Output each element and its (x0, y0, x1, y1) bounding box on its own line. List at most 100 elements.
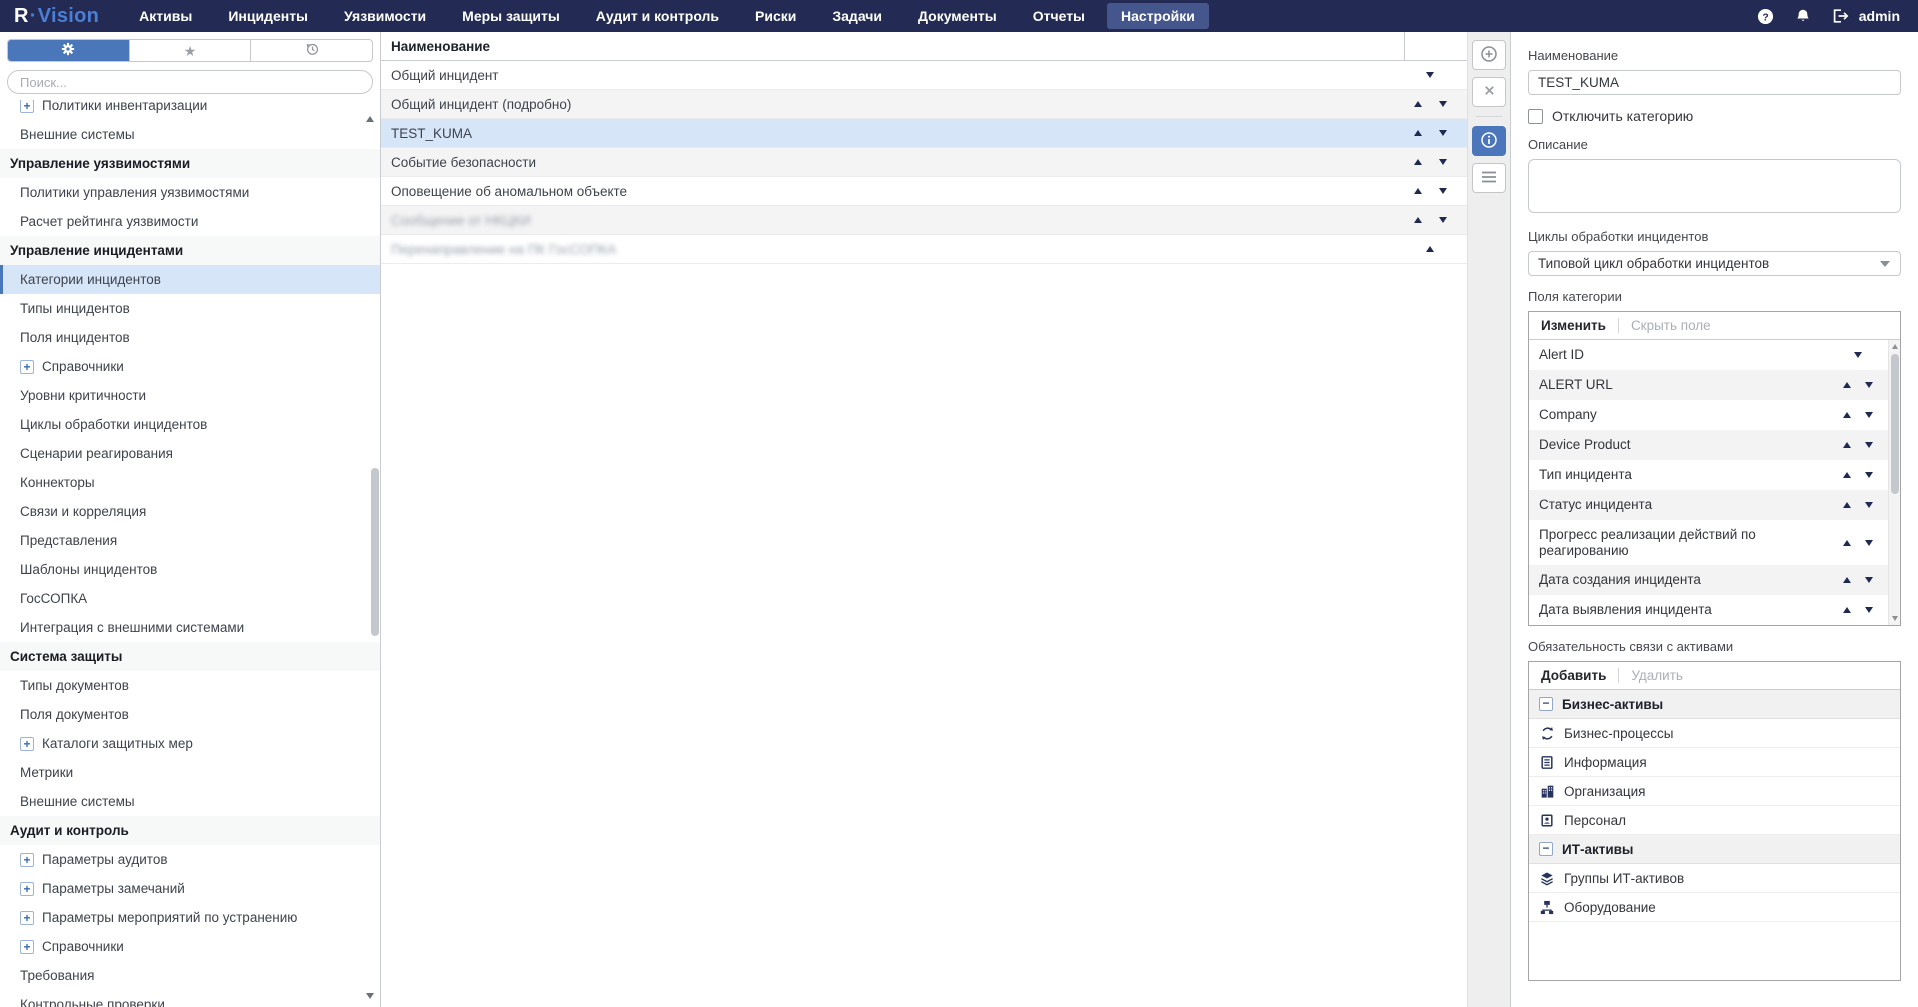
move-down-icon[interactable] (1439, 159, 1447, 165)
description-textarea[interactable] (1528, 159, 1901, 213)
sidebar-item[interactable]: + Поля инцидентов (0, 323, 380, 352)
move-up-icon[interactable] (1843, 442, 1851, 448)
category-field-row[interactable]: ALERT URL (1529, 370, 1888, 400)
move-up-icon[interactable] (1414, 188, 1422, 194)
move-down-icon[interactable] (1865, 472, 1873, 478)
category-field-row[interactable]: Статус инцидента (1529, 490, 1888, 520)
sidebar-item[interactable]: + Типы документов (0, 671, 380, 700)
user-name[interactable]: admin (1859, 8, 1900, 24)
sidebar-item[interactable]: + Требования (0, 961, 380, 990)
cycle-select[interactable]: Типовой цикл обработки инцидентов (1528, 251, 1901, 276)
menu-button[interactable] (1472, 163, 1506, 193)
category-row[interactable]: Перенаправление на ПК ГосСОПКА (381, 235, 1467, 264)
move-up-icon[interactable] (1414, 130, 1422, 136)
category-row[interactable]: Событие безопасности (381, 148, 1467, 177)
move-up-icon[interactable] (1414, 101, 1422, 107)
nav-item[interactable]: Аудит и контроль (582, 3, 733, 29)
sidebar-item[interactable]: + Параметры мероприятий по устранению (0, 903, 380, 932)
sidebar-item[interactable]: + Расчет рейтинга уязвимости (0, 207, 380, 236)
expand-plus-icon[interactable]: + (20, 940, 34, 954)
category-row[interactable]: Общий инцидент (подробно) (381, 90, 1467, 119)
expand-plus-icon[interactable]: + (20, 737, 34, 751)
nav-item[interactable]: Инциденты (214, 3, 322, 29)
move-down-icon[interactable] (1439, 188, 1447, 194)
category-field-row[interactable]: Company (1529, 400, 1888, 430)
sidebar-item[interactable]: + Поля документов (0, 700, 380, 729)
move-up-icon[interactable] (1843, 502, 1851, 508)
scroll-down-icon[interactable] (1892, 616, 1898, 621)
sidebar-item[interactable]: + Связи и корреляция (0, 497, 380, 526)
close-button[interactable] (1472, 77, 1506, 107)
category-field-row[interactable]: Device Product (1529, 430, 1888, 460)
sidebar-item[interactable]: + Справочники (0, 932, 380, 961)
asset-type-row[interactable]: − Группы ИТ-активов (1529, 864, 1900, 893)
asset-type-row[interactable]: − Информация (1529, 748, 1900, 777)
asset-type-row[interactable]: − Организация (1529, 777, 1900, 806)
move-down-icon[interactable] (1439, 217, 1447, 223)
sidebar-item[interactable]: + Категории инцидентов (0, 265, 380, 294)
sidebar-item[interactable]: + Справочники (0, 352, 380, 381)
move-up-icon[interactable] (1426, 246, 1434, 252)
sidebar-item[interactable]: + Метрики (0, 758, 380, 787)
category-row[interactable]: TEST_KUMA (381, 119, 1467, 148)
scroll-up-icon[interactable] (1892, 344, 1898, 349)
nav-item[interactable]: Задачи (818, 3, 896, 29)
move-up-icon[interactable] (1843, 412, 1851, 418)
tab-settings-tree[interactable] (8, 40, 129, 61)
sidebar-item[interactable]: + Типы инцидентов (0, 294, 380, 323)
expand-plus-icon[interactable]: + (20, 882, 34, 896)
category-row[interactable]: Сообщение от НКЦКИ (381, 206, 1467, 235)
move-up-icon[interactable] (1843, 607, 1851, 613)
nav-item[interactable]: Настройки (1107, 3, 1209, 29)
sidebar-item[interactable]: + Уровни критичности (0, 381, 380, 410)
move-up-icon[interactable] (1843, 540, 1851, 546)
sidebar-item[interactable]: + Каталоги защитных мер (0, 729, 380, 758)
name-input[interactable] (1528, 70, 1901, 95)
move-down-icon[interactable] (1865, 412, 1873, 418)
app-logo[interactable]: R·Vision (14, 5, 99, 28)
asset-type-row[interactable]: − Оборудование (1529, 893, 1900, 922)
sidebar-item[interactable]: + ГосСОПКА (0, 584, 380, 613)
sidebar-item[interactable]: + Представления (0, 526, 380, 555)
move-down-icon[interactable] (1865, 442, 1873, 448)
tool-button[interactable] (1476, 116, 1502, 117)
move-down-icon[interactable] (1426, 72, 1434, 78)
category-field-row[interactable]: Прогресс реализации действий по реагиров… (1529, 520, 1888, 565)
asset-type-row[interactable]: − Бизнес-процессы (1529, 719, 1900, 748)
nav-item[interactable]: Отчеты (1019, 3, 1099, 29)
move-down-icon[interactable] (1439, 130, 1447, 136)
info-button[interactable] (1472, 126, 1506, 156)
sidebar-item[interactable]: + Интеграция с внешними системами (0, 613, 380, 642)
sidebar-item[interactable]: + Параметры аудитов (0, 845, 380, 874)
category-row[interactable]: Оповещение об аномальном объекте (381, 177, 1467, 206)
category-field-row[interactable]: Дата создания инцидента (1529, 565, 1888, 595)
move-down-icon[interactable] (1865, 607, 1873, 613)
expand-plus-icon[interactable]: + (20, 360, 34, 374)
tab-history[interactable] (250, 40, 372, 61)
add-button[interactable] (1472, 40, 1506, 70)
search-input[interactable] (7, 70, 373, 94)
logout-icon[interactable] (1832, 8, 1851, 24)
asset-group-row[interactable]: − ИТ-активы (1529, 835, 1900, 864)
help-icon[interactable]: ? (1757, 8, 1774, 25)
scroll-down-icon[interactable] (366, 993, 374, 999)
move-down-icon[interactable] (1865, 382, 1873, 388)
remove-asset-button[interactable]: Удалить (1631, 668, 1683, 683)
category-field-row[interactable]: Дата выявления инцидента (1529, 595, 1888, 625)
move-down-icon[interactable] (1865, 577, 1873, 583)
sidebar-scrollbar[interactable] (371, 468, 379, 636)
move-up-icon[interactable] (1843, 577, 1851, 583)
nav-item[interactable]: Уязвимости (330, 3, 440, 29)
move-down-icon[interactable] (1854, 352, 1862, 358)
nav-item[interactable]: Риски (741, 3, 810, 29)
sidebar-item[interactable]: + Коннекторы (0, 468, 380, 497)
tab-favorites[interactable]: ★ (129, 40, 251, 61)
collapse-minus-icon[interactable]: − (1539, 842, 1553, 856)
hide-field-button[interactable]: Скрыть поле (1631, 318, 1711, 333)
move-up-icon[interactable] (1414, 217, 1422, 223)
sidebar-item[interactable]: + Контрольные проверки (0, 990, 380, 1007)
edit-field-button[interactable]: Изменить (1541, 318, 1606, 333)
collapse-minus-icon[interactable]: − (1539, 697, 1553, 711)
move-down-icon[interactable] (1865, 502, 1873, 508)
fields-scrollbar[interactable] (1888, 340, 1900, 625)
